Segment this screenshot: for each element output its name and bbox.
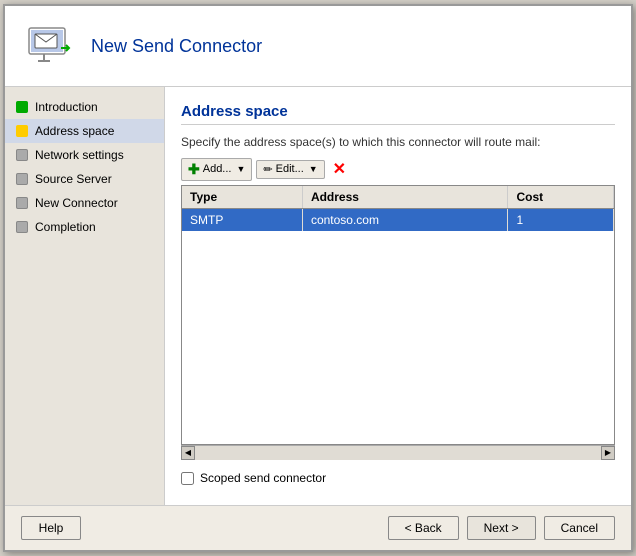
delete-button[interactable]: ✕ — [329, 157, 350, 181]
dialog-footer: Help < Back Next > Cancel — [5, 505, 631, 550]
network-settings-indicator — [15, 148, 29, 162]
scoped-connector-label: Scoped send connector — [200, 471, 326, 485]
row-address: contoso.com — [302, 209, 508, 232]
section-title: Address space — [181, 103, 615, 125]
edit-button[interactable]: ✏ Edit... ▼ — [256, 160, 324, 179]
edit-label: Edit... — [276, 163, 304, 175]
introduction-indicator — [15, 100, 29, 114]
footer-right: < Back Next > Cancel — [388, 516, 615, 540]
dialog-header: New Send Connector — [5, 6, 631, 87]
row-cost: 1 — [508, 209, 614, 232]
col-address: Address — [302, 186, 508, 209]
sidebar-label-new-connector: New Connector — [35, 196, 118, 210]
scroll-left-button[interactable]: ◀ — [181, 446, 195, 460]
scroll-right-button[interactable]: ▶ — [601, 446, 615, 460]
add-icon: ✚ — [188, 161, 200, 178]
sidebar-label-network-settings: Network settings — [35, 148, 124, 162]
sidebar-label-completion: Completion — [35, 220, 96, 234]
sidebar-item-introduction[interactable]: Introduction — [5, 95, 164, 119]
sidebar: Introduction Address space Network setti… — [5, 87, 165, 505]
row-type: SMTP — [182, 209, 302, 232]
scroll-track — [195, 446, 601, 460]
send-connector-icon — [21, 18, 77, 74]
dialog-title: New Send Connector — [91, 36, 262, 57]
sidebar-label-source-server: Source Server — [35, 172, 112, 186]
sidebar-item-completion[interactable]: Completion — [5, 215, 164, 239]
edit-icon: ✏ — [263, 163, 272, 176]
next-button[interactable]: Next > — [467, 516, 536, 540]
col-cost: Cost — [508, 186, 614, 209]
scoped-connector-checkbox[interactable] — [181, 472, 194, 485]
source-server-indicator — [15, 172, 29, 186]
dialog: New Send Connector Introduction Address … — [3, 4, 633, 552]
sidebar-label-address-space: Address space — [35, 124, 114, 138]
back-button[interactable]: < Back — [388, 516, 459, 540]
footer-left: Help — [21, 516, 81, 540]
main-content: Address space Specify the address space(… — [165, 87, 631, 505]
scoped-connector-row: Scoped send connector — [181, 467, 615, 489]
sidebar-item-address-space[interactable]: Address space — [5, 119, 164, 143]
add-dropdown-arrow: ▼ — [236, 164, 245, 174]
help-button[interactable]: Help — [21, 516, 81, 540]
add-label: Add... — [203, 163, 232, 175]
completion-indicator — [15, 220, 29, 234]
edit-dropdown-arrow: ▼ — [309, 164, 318, 174]
description: Specify the address space(s) to which th… — [181, 135, 615, 149]
new-connector-indicator — [15, 196, 29, 210]
table-row[interactable]: SMTP contoso.com 1 — [182, 209, 614, 232]
address-space-indicator — [15, 124, 29, 138]
sidebar-item-new-connector[interactable]: New Connector — [5, 191, 164, 215]
sidebar-item-source-server[interactable]: Source Server — [5, 167, 164, 191]
sidebar-item-network-settings[interactable]: Network settings — [5, 143, 164, 167]
toolbar: ✚ Add... ▼ ✏ Edit... ▼ ✕ — [181, 157, 615, 181]
address-space-table: Type Address Cost SMTP contoso.com 1 — [181, 185, 615, 445]
add-button[interactable]: ✚ Add... ▼ — [181, 158, 252, 181]
horizontal-scrollbar[interactable]: ◀ ▶ — [181, 445, 615, 459]
cancel-button[interactable]: Cancel — [544, 516, 615, 540]
dialog-body: Introduction Address space Network setti… — [5, 87, 631, 505]
col-type: Type — [182, 186, 302, 209]
sidebar-label-introduction: Introduction — [35, 100, 98, 114]
table-header-row: Type Address Cost — [182, 186, 614, 209]
